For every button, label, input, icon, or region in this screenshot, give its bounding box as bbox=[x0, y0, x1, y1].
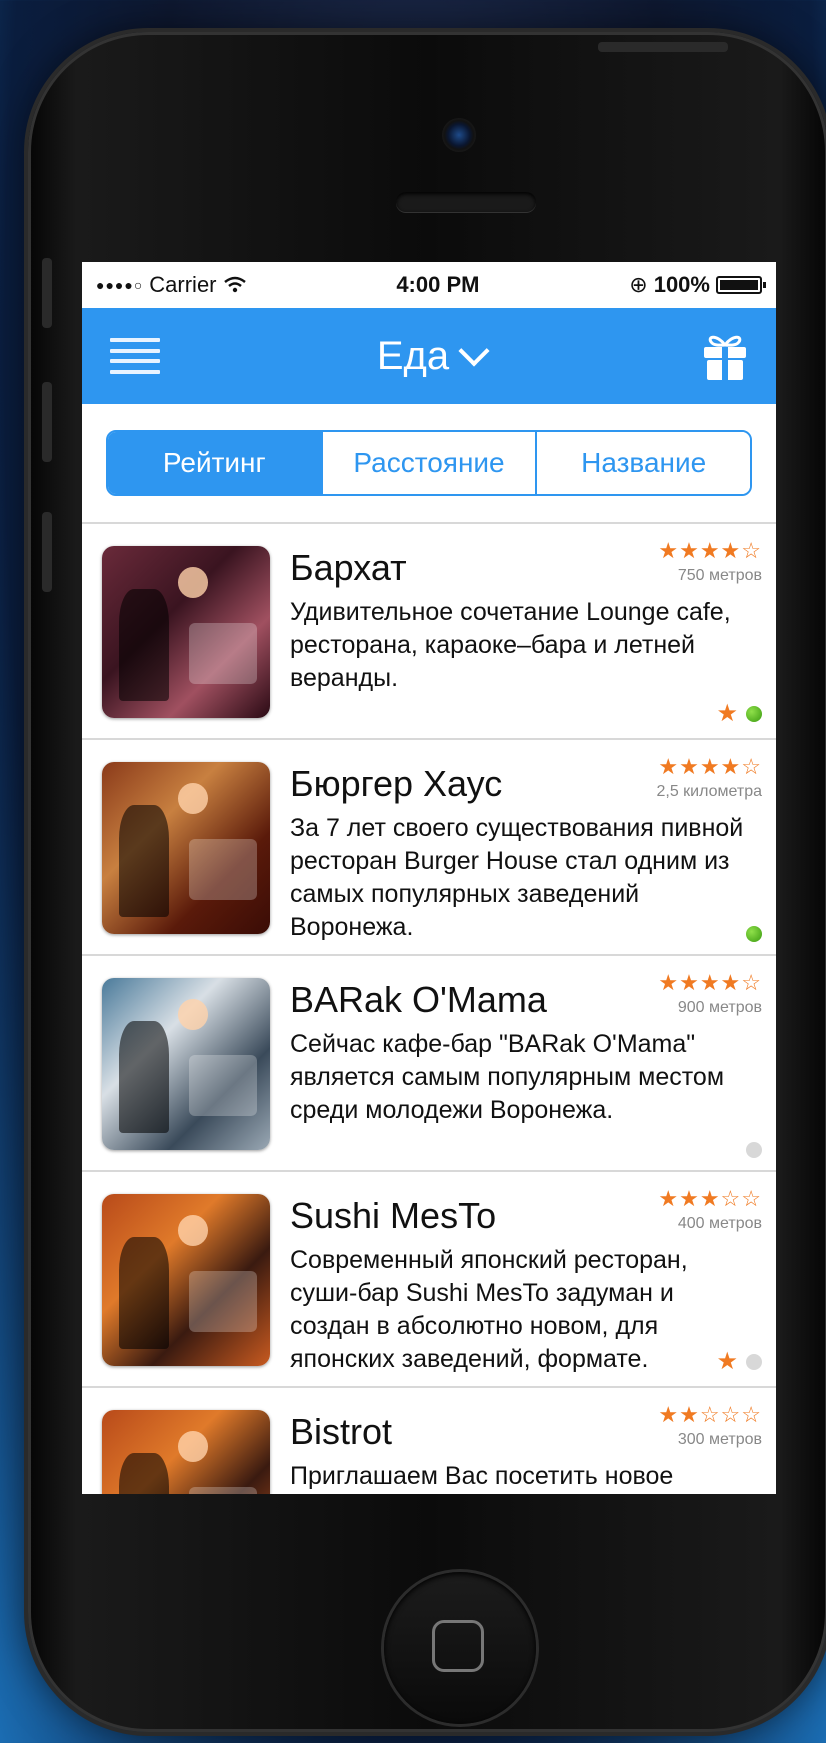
chevron-down-icon bbox=[458, 335, 490, 367]
earpiece-speaker bbox=[396, 192, 536, 212]
closed-status-dot-icon bbox=[746, 1354, 762, 1370]
place-description: За 7 лет своего существования пивной рес… bbox=[290, 814, 744, 941]
place-photo bbox=[102, 1194, 270, 1366]
place-description: Сейчас кафе-бар "BARak O'Mama" является … bbox=[290, 1030, 725, 1124]
place-distance: 900 метров bbox=[677, 999, 762, 1016]
rating-stars: ★★★☆☆ bbox=[658, 1186, 762, 1211]
rating-stars: ★★★★☆ bbox=[658, 538, 762, 563]
battery-percent: 100% bbox=[653, 272, 710, 297]
app-screen: ●●●●○ Carrier 4:00 PM ⊕ 100% Еда Рейтинг… bbox=[82, 262, 776, 1494]
segment-distance[interactable]: Расстояние bbox=[320, 432, 536, 494]
segment-name[interactable]: Название bbox=[535, 432, 750, 494]
place-photo bbox=[102, 1410, 270, 1494]
place-distance: 750 метров bbox=[677, 567, 762, 584]
nav-bar: Еда bbox=[82, 308, 776, 404]
place-photo bbox=[102, 978, 270, 1150]
place-photo bbox=[102, 762, 270, 934]
volume-up-button bbox=[42, 382, 52, 462]
nav-title: Еда bbox=[376, 333, 450, 378]
place-description: Удивительное сочетание Lounge cafe, рест… bbox=[290, 598, 731, 692]
hamburger-menu-icon[interactable] bbox=[110, 338, 160, 374]
gift-icon[interactable] bbox=[702, 331, 748, 381]
place-description: Современный японский ресторан, суши-бар … bbox=[290, 1246, 688, 1373]
rating-stars: ★★★★☆ bbox=[658, 970, 762, 995]
closed-status-dot-icon bbox=[746, 1142, 762, 1158]
status-time: 4:00 PM bbox=[396, 272, 480, 297]
open-status-dot-icon bbox=[746, 706, 762, 722]
status-bar: ●●●●○ Carrier 4:00 PM ⊕ 100% bbox=[82, 262, 776, 308]
home-button[interactable] bbox=[384, 1572, 536, 1724]
sort-segmented-control: Рейтинг Расстояние Название bbox=[106, 430, 752, 496]
wifi-icon bbox=[223, 276, 246, 293]
list-item[interactable]: Bistrot ★★☆☆☆ 300 метров Приглашаем Вас … bbox=[82, 1388, 776, 1494]
home-square-icon bbox=[432, 1620, 484, 1672]
list-item[interactable]: Sushi MesTo ★★★☆☆ 400 метров Современный… bbox=[82, 1172, 776, 1388]
sort-bar: Рейтинг Расстояние Название bbox=[82, 404, 776, 524]
place-distance: 300 метров bbox=[677, 1431, 762, 1448]
power-button bbox=[598, 42, 728, 52]
list-item[interactable]: Бюргер Хаус ★★★★☆ 2,5 километра За 7 лет… bbox=[82, 740, 776, 956]
front-camera bbox=[442, 118, 476, 152]
list-item[interactable]: BARak O'Mama ★★★★☆ 900 метров Сейчас каф… bbox=[82, 956, 776, 1172]
place-distance: 400 метров bbox=[677, 1215, 762, 1232]
place-distance: 2,5 километра bbox=[656, 783, 762, 800]
rotation-lock-icon: ⊕ bbox=[629, 272, 648, 297]
volume-down-button bbox=[42, 512, 52, 592]
battery-icon bbox=[715, 276, 766, 294]
carrier-label: Carrier bbox=[149, 272, 217, 297]
rating-stars: ★★★★☆ bbox=[658, 754, 762, 779]
open-status-dot-icon bbox=[746, 926, 762, 942]
signal-strength-icon: ●●●●○ bbox=[96, 277, 144, 293]
list-item[interactable]: Бархат ★★★★☆ 750 метров Удивительное соч… bbox=[82, 524, 776, 740]
segment-rating[interactable]: Рейтинг bbox=[108, 432, 321, 494]
place-description: Приглашаем Вас посетить новое bbox=[290, 1462, 674, 1490]
category-dropdown[interactable]: Еда bbox=[376, 333, 490, 379]
rating-stars: ★★☆☆☆ bbox=[658, 1402, 762, 1427]
place-photo bbox=[102, 546, 270, 718]
places-list: Бархат ★★★★☆ 750 метров Удивительное соч… bbox=[82, 524, 776, 1494]
favorite-star-icon: ★ bbox=[716, 700, 738, 727]
favorite-star-icon: ★ bbox=[716, 1348, 738, 1375]
mute-switch bbox=[42, 258, 52, 328]
